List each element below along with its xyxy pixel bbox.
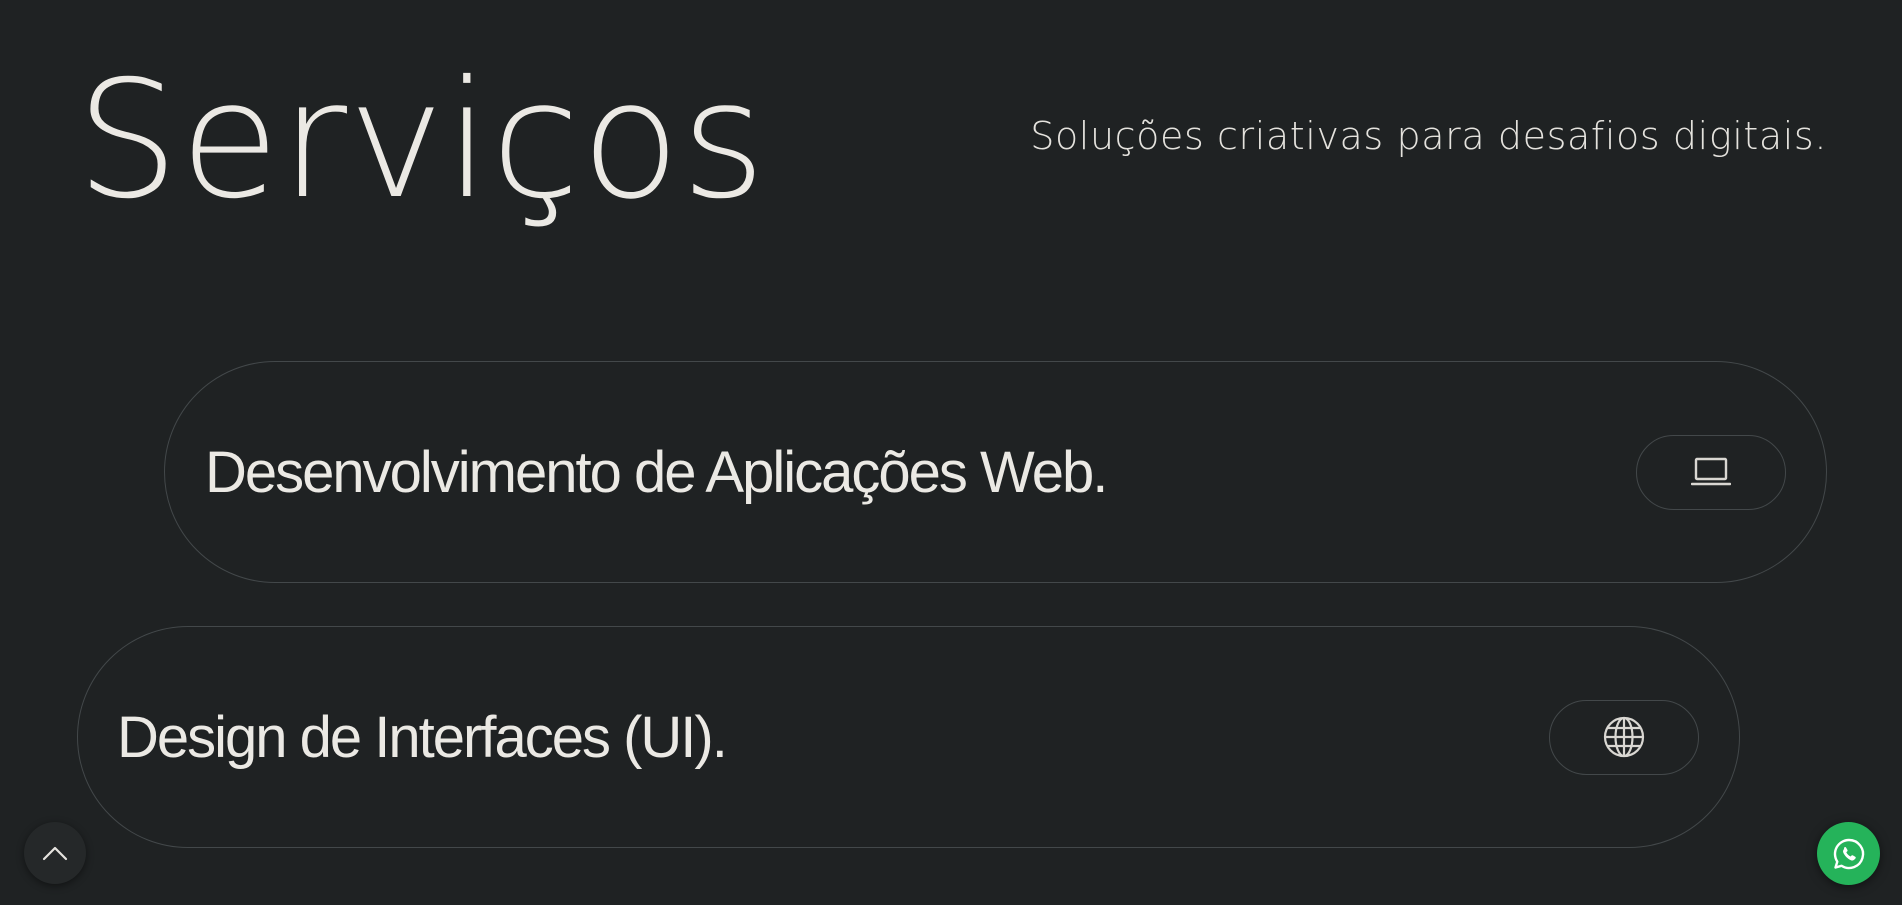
whatsapp-button[interactable]	[1817, 822, 1880, 885]
page-subtitle: Soluções criativas para desafios digitai…	[1030, 114, 1827, 158]
service-card-web-development[interactable]: Desenvolvimento de Aplicações Web.	[164, 361, 1827, 583]
service-card-ui-design[interactable]: Design de Interfaces (UI).	[77, 626, 1740, 848]
service-title: Desenvolvimento de Aplicações Web.	[205, 439, 1108, 505]
service-title: Design de Interfaces (UI).	[117, 704, 728, 770]
service-icon-pill	[1636, 434, 1786, 510]
service-icon-pill	[1549, 699, 1699, 775]
laptop-icon	[1691, 457, 1731, 486]
chevron-up-icon	[42, 846, 68, 861]
whatsapp-icon	[1833, 838, 1864, 869]
page-title: Serviços	[76, 47, 767, 235]
scroll-to-top-button[interactable]	[24, 822, 86, 884]
globe-icon	[1603, 716, 1645, 758]
